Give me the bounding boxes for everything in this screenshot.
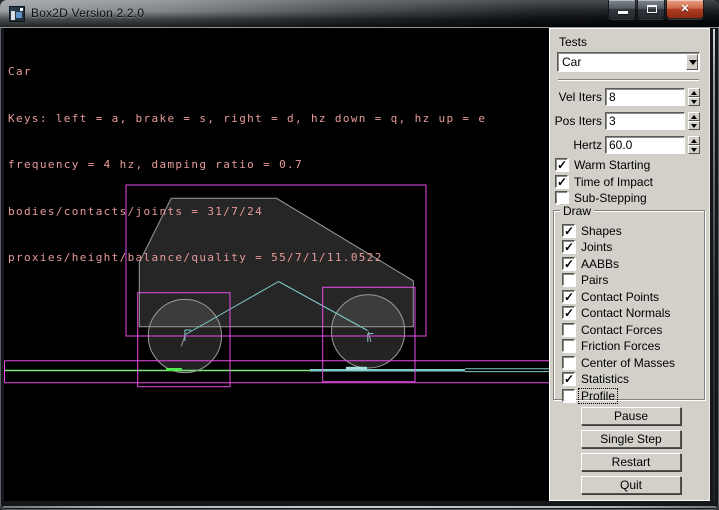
tests-dropdown-button[interactable] <box>686 54 698 70</box>
checkbox-label: Contact Forces <box>581 323 662 337</box>
hertz-input[interactable] <box>605 136 685 154</box>
app-icon <box>9 6 25 22</box>
draw-group-box: Draw Shapes Joints AABBs Pairs Contact P… <box>553 210 705 400</box>
checkbox-label: Center of Masses <box>581 356 675 370</box>
maximize-button[interactable] <box>637 0 665 19</box>
minimize-icon <box>618 11 628 14</box>
debug-stats-text: Car Keys: left = a, brake = s, right = d… <box>8 33 486 297</box>
arrow-up-icon <box>691 139 697 143</box>
arrow-down-icon <box>691 100 697 104</box>
checkbox-icon[interactable] <box>562 240 575 253</box>
window-frame-right <box>713 29 715 501</box>
front-contact-point <box>346 367 367 370</box>
simulation-canvas[interactable]: Car Keys: left = a, brake = s, right = d… <box>4 28 549 501</box>
spinner-up-button[interactable] <box>688 112 700 121</box>
pos-iters-label: Pos Iters <box>552 114 602 128</box>
checkbox-icon[interactable] <box>562 323 575 336</box>
hertz-row: Hertz <box>550 136 711 154</box>
checkbox-icon[interactable] <box>562 224 575 237</box>
checkbox-label: Time of Impact <box>574 175 653 189</box>
hertz-spinner <box>688 136 700 154</box>
checkbox-label: Profile <box>579 389 617 403</box>
maximize-icon <box>647 5 657 13</box>
checkbox-icon[interactable] <box>562 273 575 286</box>
pos-iters-input[interactable] <box>605 112 685 130</box>
spinner-down-button[interactable] <box>688 121 700 130</box>
app-window: Box2D Version 2.2.0 ✕ <box>0 0 719 510</box>
stats-line-proxies: proxies/height/balance/quality = 55/7/1/… <box>8 250 486 266</box>
title-bar[interactable]: Box2D Version 2.2.0 ✕ <box>0 0 719 28</box>
close-icon: ✕ <box>667 2 703 15</box>
checkbox-label: Friction Forces <box>581 339 660 353</box>
vel-iters-label: Vel Iters <box>552 90 602 104</box>
checkbox-label: Contact Normals <box>581 306 670 320</box>
checkbox-icon[interactable] <box>562 356 575 369</box>
checkbox-icon[interactable] <box>555 158 568 171</box>
caption-buttons: ✕ <box>608 0 705 19</box>
draw-group-label: Draw <box>560 204 594 218</box>
checkbox-label: Sub-Stepping <box>574 191 647 205</box>
spinner-down-button[interactable] <box>688 145 700 154</box>
pos-iters-row: Pos Iters <box>550 112 711 130</box>
checkbox-label: Warm Starting <box>574 158 650 172</box>
separator <box>558 79 699 81</box>
tests-dropdown[interactable]: Car <box>557 52 700 72</box>
hertz-label: Hertz <box>552 138 602 152</box>
checkbox-icon[interactable] <box>562 372 575 385</box>
chevron-down-icon <box>689 60 697 65</box>
close-button[interactable]: ✕ <box>666 0 704 19</box>
spinner-up-button[interactable] <box>688 136 700 145</box>
checkbox-icon[interactable] <box>562 290 575 303</box>
restart-button[interactable]: Restart <box>581 453 681 471</box>
window-title: Box2D Version 2.2.0 <box>31 6 144 20</box>
checkbox-label: AABBs <box>581 257 619 271</box>
spinner-down-button[interactable] <box>688 97 700 106</box>
arrow-up-icon <box>691 115 697 119</box>
minimize-button[interactable] <box>608 0 636 19</box>
checkbox-icon[interactable] <box>562 339 575 352</box>
stats-line-frequency: frequency = 4 hz, damping ratio = 0.7 <box>8 157 486 173</box>
arrow-down-icon <box>691 148 697 152</box>
vel-iters-spinner <box>688 88 700 106</box>
single-step-button[interactable]: Single Step <box>581 430 681 448</box>
quit-button[interactable]: Quit <box>581 476 681 494</box>
checkbox-label: Statistics <box>581 372 629 386</box>
checkbox-label: Pairs <box>581 273 608 287</box>
checkbox-icon[interactable] <box>555 191 568 204</box>
checkbox-icon[interactable] <box>562 389 575 402</box>
checkbox-label: Shapes <box>581 224 622 238</box>
checkbox-icon[interactable] <box>562 306 575 319</box>
stats-line-test-name: Car <box>8 64 486 80</box>
rear-contact-point <box>166 368 182 371</box>
pause-button[interactable]: Pause <box>581 407 681 425</box>
checkbox-icon[interactable] <box>562 257 575 270</box>
window-frame-bottom <box>3 506 716 508</box>
checkbox-icon[interactable] <box>555 175 568 188</box>
pos-iters-spinner <box>688 112 700 130</box>
arrow-down-icon <box>691 124 697 128</box>
spinner-up-button[interactable] <box>688 88 700 97</box>
stats-line-bodies: bodies/contacts/joints = 31/7/24 <box>8 204 486 220</box>
checkbox-label: Joints <box>581 240 612 254</box>
tests-dropdown-value: Car <box>562 55 581 69</box>
vel-iters-row: Vel Iters <box>550 88 711 106</box>
stats-line-keys: Keys: left = a, brake = s, right = d, hz… <box>8 111 486 127</box>
tests-label: Tests <box>559 35 587 49</box>
vel-iters-input[interactable] <box>605 88 685 106</box>
checkbox-label: Contact Points <box>581 290 659 304</box>
control-panel: Tests Car Vel Iters Pos Iters <box>549 28 710 501</box>
arrow-up-icon <box>691 91 697 95</box>
